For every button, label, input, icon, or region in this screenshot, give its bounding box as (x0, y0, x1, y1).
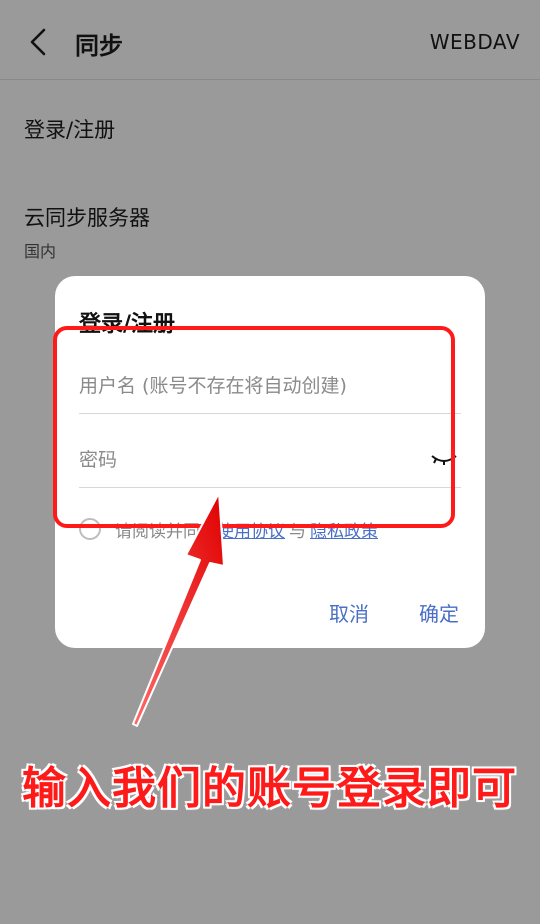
annotation-highlight-box (53, 326, 455, 528)
settings-item-sync-server[interactable]: 云同步服务器 国内 (24, 202, 150, 262)
webdav-button[interactable]: WEBDAV (430, 30, 520, 54)
top-app-bar: 同步 WEBDAV (0, 0, 540, 80)
settings-item-login[interactable]: 登录/注册 (24, 114, 115, 144)
settings-item-login-label: 登录/注册 (24, 118, 116, 142)
settings-item-sync-server-value: 国内 (24, 242, 57, 261)
back-button[interactable] (18, 22, 58, 62)
annotation-caption: 输入我们的账号登录即可 (22, 763, 517, 814)
chevron-left-icon (30, 28, 46, 56)
cancel-button[interactable]: 取消 (329, 598, 369, 627)
confirm-button[interactable]: 确定 (419, 598, 459, 627)
page-title: 同步 (75, 32, 123, 60)
settings-item-sync-server-label: 云同步服务器 (24, 206, 150, 230)
